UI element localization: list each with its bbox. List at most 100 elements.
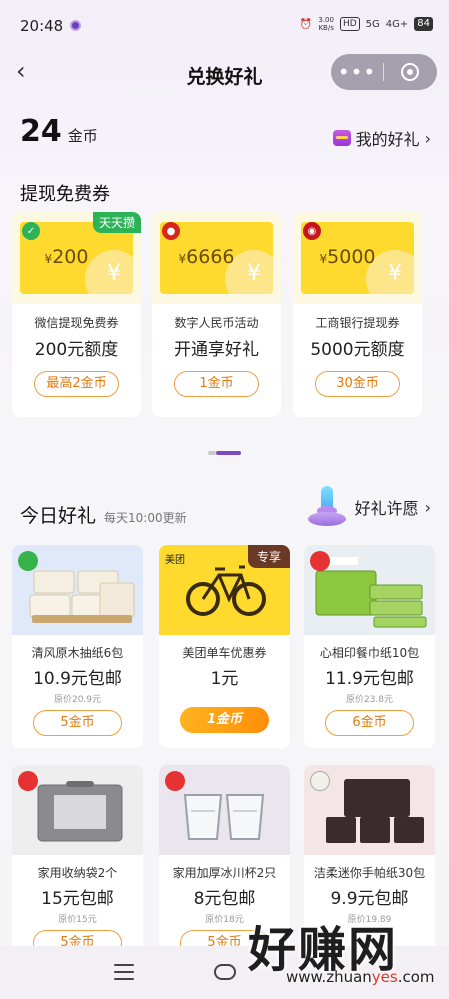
coupon-amount-value: 5000 [327,246,376,268]
status-bar: 20:48 ⏰ 3.00 KB/s HD 5G 4G+ 84 [0,0,449,50]
alarm-icon: ⏰ [299,18,313,30]
product-name: 家用加厚冰川杯2只 [172,866,277,880]
product-name: 清风原木抽纸6包 [31,646,124,660]
product-name: 家用收纳袋2个 [37,866,118,880]
carousel-pager [208,451,241,455]
product-image [159,765,290,855]
signal-5g: 5G [365,18,380,30]
watermark-url-part: www.zhuan [286,968,372,986]
product-image [12,765,143,855]
product-card[interactable]: 家用收纳袋2个 15元包邮 原价15元 5金币 [12,765,143,955]
redeem-button[interactable]: 5金币 [33,710,122,736]
close-miniapp-button[interactable] [384,63,436,81]
brand-logo-icon [165,771,185,791]
coupon-amount: ¥5000 [301,246,394,268]
product-price: 10.9元包邮 [33,669,122,689]
my-gifts-link[interactable]: 我的好礼 › [332,126,431,150]
coupon-amount: ¥200 [20,246,113,268]
menu-icon[interactable] [114,964,134,980]
coin-unit: 金币 [67,127,98,145]
watermark-url: www.zhuanyes.com [286,968,435,986]
my-gifts-label: 我的好礼 [355,130,420,149]
net-speed-value: 3.00 [318,16,334,24]
target-icon [401,63,419,81]
net-speed: 3.00 KB/s [318,16,334,32]
hd-icon: HD [339,17,360,31]
product-card[interactable]: 美团 专享 美团单车优惠券 1元 1金币 [159,545,290,748]
coupon-redeem-button[interactable]: 1金币 [174,371,259,397]
watermark: 好赚网 www.zhuanyes.com [236,910,441,990]
product-image [304,545,435,635]
gift-icon [332,130,351,146]
currency-symbol: ¥ [319,252,328,266]
wechat-check-icon: ✓ [22,222,40,240]
product-price: 15元包邮 [41,889,114,909]
brand-label: 美团 [165,555,185,566]
chevron-right-icon: › [424,128,431,148]
fountain-icon [305,486,349,528]
product-name: 洁柔迷你手帕纸30包 [313,866,426,880]
coupon-amount: ¥6666 [160,246,253,268]
coupon-card-icbc[interactable]: ¥ ¥5000 ◉ 工商银行提现券 5000元额度 30金币 [293,212,422,417]
product-price: 11.9元包邮 [325,669,414,689]
product-image [12,545,143,635]
coupon-amount-value: 200 [52,246,89,268]
coupon-name: 微信提现免费券 [34,316,119,330]
signal-4g: 4G+ [385,18,409,30]
app-notification-icon [70,20,81,31]
coupon-visual: ¥ ¥6666 ● [152,212,281,304]
more-options-icon[interactable]: ••• [331,62,383,82]
product-original-price: 原价15元 [58,915,97,925]
coupon-quota: 200元额度 [34,340,119,360]
icbc-icon: ◉ [303,222,321,240]
brand-logo-icon [310,771,330,791]
product-name: 美团单车优惠券 [182,646,267,660]
withdraw-section-title: 提现免费券 [20,184,110,205]
miniapp-capsule: ••• [331,54,437,90]
coupon-name: 工商银行提现券 [315,316,400,330]
product-image [304,765,435,855]
product-image: 美团 专享 [159,545,290,635]
coupon-card-wechat[interactable]: ¥ ¥200 ✓ 天天攒 微信提现免费券 200元额度 最高2金币 [12,212,141,417]
watermark-url-part: yes [371,968,398,986]
product-price: 8元包邮 [193,889,256,909]
brand-logo-icon [18,771,38,791]
coupon-quota: 5000元额度 [310,340,405,360]
coupon-quota: 开通享好礼 [174,340,259,360]
coupon-amount-value: 6666 [186,246,235,268]
chevron-right-icon: › [424,497,431,517]
coupon-name: 数字人民币活动 [174,316,259,330]
brand-logo-icon [310,551,330,571]
today-section-header: 今日好礼 每天10:00更新 [20,501,187,528]
exclusive-badge: 专享 [247,545,290,568]
coupon-tag: 天天攒 [92,212,141,233]
wish-label: 好礼许愿 [354,499,419,518]
product-price: 1元 [210,669,239,689]
redeem-button[interactable]: 6金币 [325,710,414,736]
battery-icon: 84 [414,17,433,31]
status-time: 20:48 [20,17,64,35]
pager-dot-active [216,451,241,455]
product-name: 心相印餐巾纸10包 [319,646,420,660]
coupon-visual: ¥ ¥5000 ◉ [293,212,422,304]
home-icon[interactable] [214,964,236,980]
coupon-card-digital-rmb[interactable]: ¥ ¥6666 ● 数字人民币活动 开通享好礼 1金币 [152,212,281,417]
watermark-url-part: .com [397,968,435,986]
currency-symbol: ¥ [178,252,187,266]
today-title: 今日好礼 [20,505,97,527]
digital-rmb-icon: ● [162,222,180,240]
pager-dot [208,451,216,455]
wish-link[interactable]: 好礼许愿 › [305,486,431,528]
status-indicators: ⏰ 3.00 KB/s HD 5G 4G+ 84 [300,16,433,32]
coin-count: 24 [20,114,62,149]
product-card[interactable]: 心相印餐巾纸10包 11.9元包邮 原价23.8元 6金币 [304,545,435,748]
coin-balance: 24 金币 [20,114,98,149]
redeem-button[interactable]: 1金币 [180,707,269,733]
coupon-visual: ¥ ¥200 ✓ 天天攒 [12,212,141,304]
product-original-price: 原价23.8元 [345,695,394,705]
product-price: 9.9元包邮 [330,889,409,909]
coupon-redeem-button[interactable]: 30金币 [315,371,400,397]
coupon-redeem-button[interactable]: 最高2金币 [34,371,119,397]
product-card[interactable]: 清风原木抽纸6包 10.9元包邮 原价20.9元 5金币 [12,545,143,748]
product-original-price: 原价20.9元 [53,695,102,705]
